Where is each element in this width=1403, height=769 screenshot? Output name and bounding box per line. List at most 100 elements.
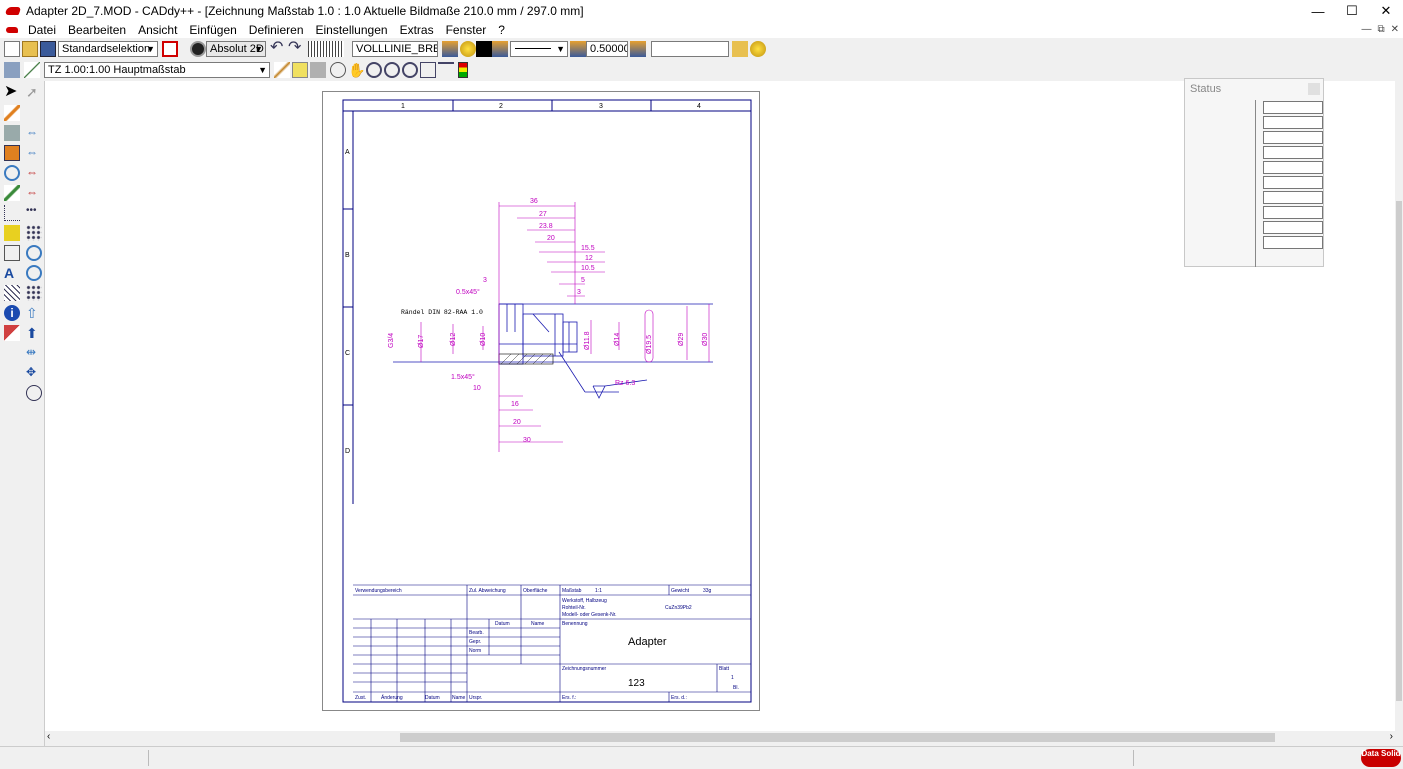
menu-ansicht[interactable]: Ansicht	[132, 23, 183, 37]
pointer-disabled-icon[interactable]: ➚	[26, 85, 42, 101]
new-file-icon[interactable]	[4, 41, 20, 57]
info-icon[interactable]: i	[4, 305, 20, 321]
column-label: 1	[401, 103, 405, 110]
coordinate-mode-select[interactable]: Absolut 2D ▼	[206, 41, 266, 57]
document-icon[interactable]	[6, 27, 18, 33]
menu-bearbeiten[interactable]: Bearbeiten	[62, 23, 132, 37]
color-swatch-icon[interactable]	[476, 41, 492, 57]
svg-text:Ers. f.:: Ers. f.:	[562, 695, 576, 701]
dots-row-icon[interactable]: •••	[26, 205, 42, 221]
vertical-scroll-thumb[interactable]	[1396, 201, 1402, 701]
zoom-all-icon[interactable]	[402, 62, 418, 78]
trim-icon[interactable]	[4, 145, 20, 161]
redraw-icon[interactable]	[438, 62, 454, 78]
menu-datei[interactable]: Datei	[22, 23, 62, 37]
menu-extras[interactable]: Extras	[394, 23, 440, 37]
status-field	[1263, 221, 1323, 234]
save-icon[interactable]	[40, 41, 56, 57]
zoom-icon[interactable]	[330, 62, 346, 78]
maximize-button[interactable]: ☐	[1335, 0, 1369, 22]
chevron-down-icon: ▼	[556, 44, 565, 54]
horizontal-scrollbar[interactable]: ‹ ›	[45, 731, 1395, 744]
linewidth-icon[interactable]	[570, 41, 586, 57]
move-up-icon[interactable]: ⬆	[26, 325, 42, 341]
arrow-up-icon[interactable]: ⇧	[26, 305, 42, 321]
zoom-out-icon[interactable]	[384, 62, 400, 78]
layer-stack-icon[interactable]	[630, 41, 646, 57]
menu-definieren[interactable]: Definieren	[243, 23, 310, 37]
pencil-icon[interactable]	[4, 105, 20, 121]
mirror-icon[interactable]: ⇔	[26, 165, 42, 181]
copy-icon[interactable]: ⇔	[26, 145, 42, 161]
circle-point-icon[interactable]	[26, 385, 42, 401]
svg-text:0.5x45°: 0.5x45°	[456, 288, 480, 296]
menu-einstellungen[interactable]: Einstellungen	[310, 23, 394, 37]
scale-select[interactable]: TZ 1.00:1.00 Hauptmaßstab ▼	[44, 62, 270, 78]
part-geometry	[393, 303, 713, 399]
svg-text:Norm: Norm	[469, 648, 481, 654]
menu-help[interactable]: ?	[492, 23, 511, 37]
selection-mode-select[interactable]: Standardselektion ▼	[58, 41, 158, 57]
mdi-restore-button[interactable]: ⧉	[1377, 24, 1384, 35]
print-icon[interactable]	[4, 62, 20, 78]
select-window-icon[interactable]	[310, 62, 326, 78]
vertical-scrollbar[interactable]	[1395, 81, 1403, 731]
measure-icon[interactable]	[274, 62, 290, 78]
eraser-icon[interactable]	[4, 325, 20, 341]
construction-icon[interactable]	[4, 205, 20, 221]
app-logo-icon[interactable]	[4, 7, 22, 15]
selection-filter-icon[interactable]	[162, 41, 178, 57]
dimension-text-icon[interactable]: A	[4, 265, 20, 281]
hatch-icon[interactable]	[4, 285, 20, 301]
horizontal-scroll-thumb[interactable]	[400, 733, 1275, 742]
rotate-icon[interactable]	[4, 165, 20, 181]
snap-icon[interactable]	[4, 225, 20, 241]
refresh-icon[interactable]	[26, 245, 42, 261]
line-style-select[interactable]: ▼	[510, 41, 568, 57]
flip-horizontal-icon[interactable]: ⇹	[26, 345, 42, 361]
modify-icon[interactable]	[4, 125, 20, 141]
pan-hand-icon[interactable]: ✋	[348, 62, 365, 78]
move-icon[interactable]: ⇔	[26, 125, 42, 141]
highlight-icon[interactable]	[292, 62, 308, 78]
linestyle-icon[interactable]	[492, 41, 508, 57]
mdi-minimize-button[interactable]: —	[1361, 24, 1371, 35]
draw-line-icon[interactable]	[4, 185, 20, 201]
cycle-icon[interactable]	[26, 265, 42, 281]
scale-tool-icon[interactable]	[24, 62, 40, 78]
status-panel-close-button[interactable]	[1308, 83, 1320, 95]
zoom-window-icon[interactable]	[420, 62, 436, 78]
undo-icon[interactable]: ↶	[270, 40, 286, 57]
line-width-field[interactable]: 0.500000	[586, 41, 628, 57]
dot-grid-icon[interactable]	[26, 225, 42, 241]
scroll-left-icon[interactable]: ‹	[47, 731, 50, 742]
layer-icon[interactable]	[442, 41, 458, 57]
menu-fenster[interactable]: Fenster	[440, 23, 493, 37]
layer-field[interactable]	[651, 41, 729, 57]
menu-einfuegen[interactable]: Einfügen	[183, 23, 242, 37]
coordinate-mode-icon[interactable]	[190, 41, 206, 57]
close-button[interactable]: ✕	[1369, 0, 1403, 22]
svg-text:Datum: Datum	[425, 695, 440, 701]
redo-icon[interactable]: ↷	[288, 40, 304, 57]
lightbulb-icon[interactable]	[460, 41, 476, 57]
mdi-close-button[interactable]: ✕	[1391, 24, 1399, 35]
zoom-in-icon[interactable]	[366, 62, 382, 78]
grid-icon[interactable]	[308, 41, 344, 57]
minimize-button[interactable]: —	[1301, 0, 1335, 22]
lightbulb-icon[interactable]	[750, 41, 766, 57]
dimension-lines	[420, 202, 710, 452]
dimension-texts: 36 27 23.8 20 15.5 12 10.5 5 3 3 0.5x45°…	[388, 198, 709, 444]
pointer-icon[interactable]: ➤	[4, 84, 20, 101]
folder-layer-icon[interactable]	[732, 41, 748, 57]
drawing-sheet[interactable]: 1 2 3 4 A B C D 36 27 23.8 20 15.5 12 10…	[322, 91, 760, 711]
line-type-field[interactable]: VOLLLINIE_BREIT	[352, 41, 438, 57]
stretch-icon[interactable]: ⇔	[26, 185, 42, 201]
flip-vertical-icon[interactable]: ✥	[26, 365, 42, 381]
scroll-right-icon[interactable]: ›	[1390, 731, 1393, 742]
traffic-light-icon[interactable]	[458, 62, 468, 78]
text-icon[interactable]	[4, 245, 20, 261]
status-panel-divider	[1255, 100, 1256, 267]
open-folder-icon[interactable]	[22, 41, 38, 57]
pattern-icon[interactable]	[26, 285, 42, 301]
